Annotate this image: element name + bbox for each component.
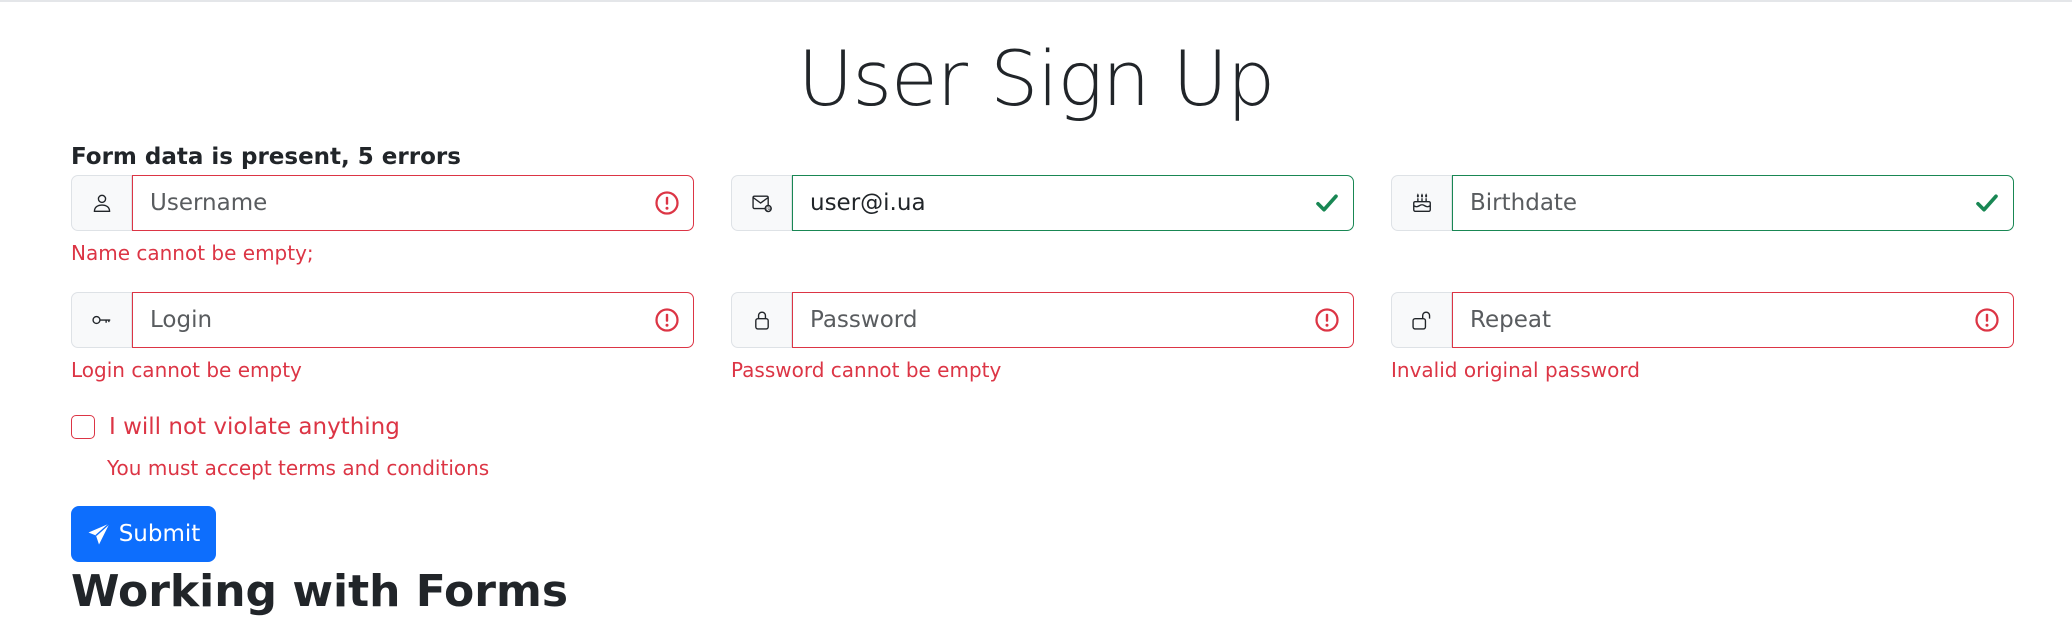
username-error: Name cannot be empty; <box>71 241 314 265</box>
birthdate-group <box>1391 175 2014 231</box>
repeat-field-wrapper <box>1452 292 2014 348</box>
login-input[interactable] <box>133 293 620 347</box>
terms-label[interactable]: I will not violate anything <box>109 414 400 440</box>
check-icon <box>1976 194 1998 212</box>
password-field-wrapper <box>792 292 1354 348</box>
error-icon <box>655 308 679 332</box>
error-icon <box>655 191 679 215</box>
email-group: @ <box>731 175 1354 231</box>
login-group <box>71 292 694 348</box>
envelope-at-icon: @ <box>731 175 792 231</box>
section-heading: Working with Forms <box>71 566 569 617</box>
terms-checkbox[interactable] <box>71 415 95 439</box>
email-field-wrapper <box>792 175 1354 231</box>
submit-label: Submit <box>118 521 201 547</box>
repeat-group <box>1391 292 2014 348</box>
svg-text:@: @ <box>765 205 771 213</box>
repeat-error: Invalid original password <box>1391 358 1640 382</box>
login-error: Login cannot be empty <box>71 358 302 382</box>
birthdate-input[interactable] <box>1453 176 1940 230</box>
lock-icon <box>731 292 792 348</box>
check-icon <box>1316 194 1338 212</box>
key-icon <box>71 292 132 348</box>
cake-icon <box>1391 175 1452 231</box>
error-icon <box>1975 308 1999 332</box>
person-icon <box>71 175 132 231</box>
email-input[interactable] <box>793 176 1280 230</box>
unlock-icon <box>1391 292 1452 348</box>
username-group <box>71 175 694 231</box>
page-title: User Sign Up <box>797 34 1276 123</box>
username-field-wrapper <box>132 175 694 231</box>
send-icon <box>88 522 110 545</box>
top-border <box>0 0 2072 2</box>
submit-button[interactable]: Submit <box>71 506 216 562</box>
password-group <box>731 292 1354 348</box>
username-input[interactable] <box>133 176 620 230</box>
password-input[interactable] <box>793 293 1280 347</box>
error-icon <box>1315 308 1339 332</box>
birthdate-field-wrapper <box>1452 175 2014 231</box>
repeat-password-input[interactable] <box>1453 293 1940 347</box>
login-field-wrapper <box>132 292 694 348</box>
form-summary: Form data is present, 5 errors <box>71 144 461 170</box>
terms-row: I will not violate anything <box>71 414 400 440</box>
password-error: Password cannot be empty <box>731 358 1002 382</box>
terms-error: You must accept terms and conditions <box>107 456 490 480</box>
